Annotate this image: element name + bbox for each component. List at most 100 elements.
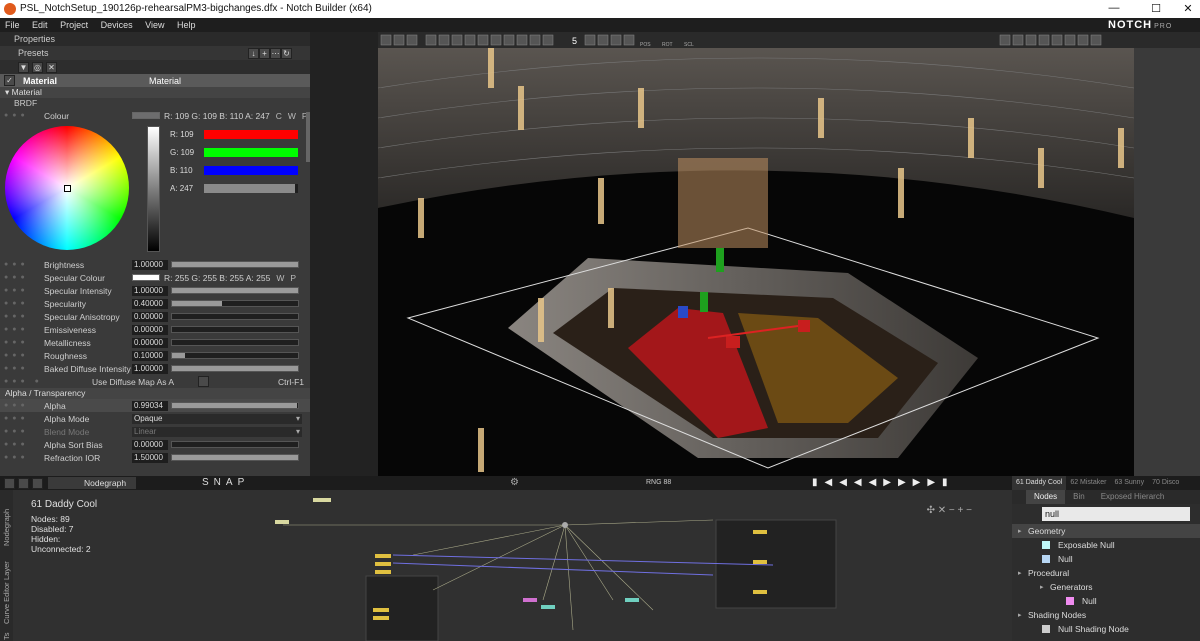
tab-bin[interactable]: Bin: [1065, 490, 1093, 504]
menu-edit[interactable]: Edit: [27, 18, 53, 32]
add-icon[interactable]: +: [259, 48, 270, 59]
tree-item[interactable]: Null: [1012, 552, 1200, 566]
brightness-row[interactable]: ●●● Brightness 1.00000: [0, 258, 310, 271]
menu-file[interactable]: File: [0, 18, 25, 32]
property-slider[interactable]: [171, 365, 299, 372]
tree-item[interactable]: ▸ Geometry: [1012, 524, 1200, 538]
row-toggle-icons[interactable]: ●●●: [0, 365, 44, 372]
row-toggle-icons[interactable]: ●●●: [0, 339, 44, 346]
use-diffuse-row[interactable]: ●●● ● Use Diffuse Map As A Ctrl-F1: [0, 375, 310, 388]
tree-item[interactable]: Exposable Null: [1012, 538, 1200, 552]
use-diffuse-checkbox[interactable]: [198, 376, 209, 387]
property-value[interactable]: 0.10000: [132, 350, 168, 361]
alpha-row[interactable]: ●●● Alpha 0.99034: [0, 399, 310, 412]
alpha-sort-value[interactable]: 0.00000: [132, 439, 168, 450]
row-toggle-icons[interactable]: ●●●: [0, 287, 44, 294]
property-slider[interactable]: [171, 339, 299, 346]
blend-mode-dropdown[interactable]: Linear ▾: [132, 426, 302, 437]
property-value[interactable]: 0.00000: [132, 337, 168, 348]
menu-view[interactable]: View: [140, 18, 169, 32]
tree-item[interactable]: ▸ Generators: [1012, 580, 1200, 594]
nodegraph-view-controls[interactable]: ✣ ✕ − + −: [927, 505, 972, 516]
node-search-input[interactable]: null: [1042, 507, 1190, 521]
row-toggle-icons[interactable]: ●●●: [0, 313, 44, 320]
target-icon[interactable]: ◎: [32, 61, 43, 73]
row-toggle-icons[interactable]: ●●● ●: [0, 378, 92, 385]
tree-item[interactable]: Null Shading Node: [1012, 622, 1200, 636]
refresh-icon[interactable]: ↻: [281, 48, 292, 59]
property-slider[interactable]: [171, 300, 299, 307]
row-toggle-icons[interactable]: ●●●: [0, 261, 44, 268]
clear-icon[interactable]: ✕: [46, 61, 57, 73]
menu-devices[interactable]: Devices: [96, 18, 138, 32]
side-tab-ts[interactable]: Ts: [2, 633, 11, 641]
toolbar-icon[interactable]: [18, 478, 29, 489]
layer-tab[interactable]: 62 Mistaker: [1066, 476, 1110, 490]
expand-icon[interactable]: ▸: [1012, 569, 1028, 577]
maximize-button[interactable]: ☐: [1148, 2, 1164, 15]
row-toggle-icons[interactable]: ●●●: [0, 326, 44, 333]
property-row[interactable]: ●●● Roughness 0.10000: [0, 349, 310, 362]
menu-help[interactable]: Help: [172, 18, 201, 32]
row-toggle-icons[interactable]: ●●●: [0, 402, 44, 409]
alpha-channel-bar[interactable]: [204, 184, 298, 193]
gear-icon[interactable]: ⚙: [510, 477, 519, 488]
row-toggle-icons[interactable]: ●●●: [0, 274, 44, 281]
specular-colour-w[interactable]: W: [276, 273, 284, 283]
property-value[interactable]: 1.00000: [132, 285, 168, 296]
row-toggle-icons[interactable]: ●●●: [0, 300, 44, 307]
property-row[interactable]: ●●● Specularity 0.40000: [0, 297, 310, 310]
section-material[interactable]: ▾ Material: [0, 87, 310, 98]
specular-colour-swatch[interactable]: [132, 274, 160, 281]
tab-nodes[interactable]: Nodes: [1026, 490, 1066, 504]
green-channel-bar[interactable]: [204, 148, 298, 157]
colour-row[interactable]: ●●● Colour R: 109 G: 109 B: 110 A: 247 C…: [0, 109, 310, 122]
row-toggle-icons[interactable]: ●●●: [0, 441, 44, 448]
tree-item[interactable]: ▸ Shading Nodes: [1012, 608, 1200, 622]
side-tab-curve-editor[interactable]: Curve Editor: [2, 582, 11, 624]
colour-c[interactable]: C: [276, 111, 282, 121]
row-toggle-icons[interactable]: ●●●: [0, 454, 44, 461]
property-slider[interactable]: [171, 313, 299, 320]
blend-mode-row[interactable]: ●●● Blend Mode Linear ▾: [0, 425, 310, 438]
specular-colour-row[interactable]: ●●● Specular Colour R: 255 G: 255 B: 255…: [0, 271, 310, 284]
nodegraph-canvas[interactable]: 61 Daddy Cool Nodes: 89 Disabled: 7 Hidd…: [13, 490, 1012, 641]
side-tab-nodegraph[interactable]: Nodegraph: [2, 509, 11, 546]
section-alpha[interactable]: Alpha / Transparency: [0, 388, 310, 399]
property-row[interactable]: ●●● Specular Intensity 1.00000: [0, 284, 310, 297]
specular-colour-p[interactable]: P: [290, 273, 296, 283]
toolbar-number[interactable]: 5: [572, 36, 577, 46]
tree-item[interactable]: Null: [1012, 594, 1200, 608]
property-slider[interactable]: [171, 352, 299, 359]
minimize-button[interactable]: —: [1106, 2, 1122, 14]
alpha-value[interactable]: 0.99034: [132, 400, 168, 411]
presets-bar[interactable]: Presets ↓ + ⋯ ↻: [0, 46, 310, 60]
property-row[interactable]: ●●● Specular Anisotropy 0.00000: [0, 310, 310, 323]
alpha-slider[interactable]: [171, 402, 299, 409]
refraction-value[interactable]: 1.50000: [132, 452, 168, 463]
row-toggle-icons[interactable]: ●●●: [0, 112, 44, 119]
tree-item[interactable]: ▸ Procedural: [1012, 566, 1200, 580]
blue-channel-bar[interactable]: [204, 166, 298, 175]
snap-toggle[interactable]: SNAP: [202, 477, 249, 488]
property-value[interactable]: 0.40000: [132, 298, 168, 309]
alpha-sort-slider[interactable]: [171, 441, 299, 448]
red-channel-bar[interactable]: [204, 130, 298, 139]
playback-controls[interactable]: ▮◀◀◀◀▶▶▶▶▮: [812, 477, 955, 488]
property-value[interactable]: 0.00000: [132, 324, 168, 335]
expand-icon[interactable]: ▸: [1012, 611, 1028, 619]
close-button[interactable]: ✕: [1180, 2, 1196, 15]
brightness-gradient[interactable]: [147, 126, 160, 252]
property-slider[interactable]: [171, 287, 299, 294]
material-checkbox[interactable]: ✓: [4, 75, 15, 86]
colour-w[interactable]: W: [288, 111, 296, 121]
refraction-row[interactable]: ●●● Refraction IOR 1.50000: [0, 451, 310, 464]
expand-icon[interactable]: ▸: [1034, 583, 1050, 591]
refraction-slider[interactable]: [171, 454, 299, 461]
property-value[interactable]: 1.00000: [132, 363, 168, 374]
color-wheel-cursor[interactable]: [64, 185, 71, 192]
layer-tab[interactable]: 70 Disco: [1148, 476, 1183, 490]
side-tab-layer[interactable]: Layer: [2, 561, 11, 580]
more-icon[interactable]: ⋯: [270, 48, 281, 59]
property-row[interactable]: ●●● Metallicness 0.00000: [0, 336, 310, 349]
